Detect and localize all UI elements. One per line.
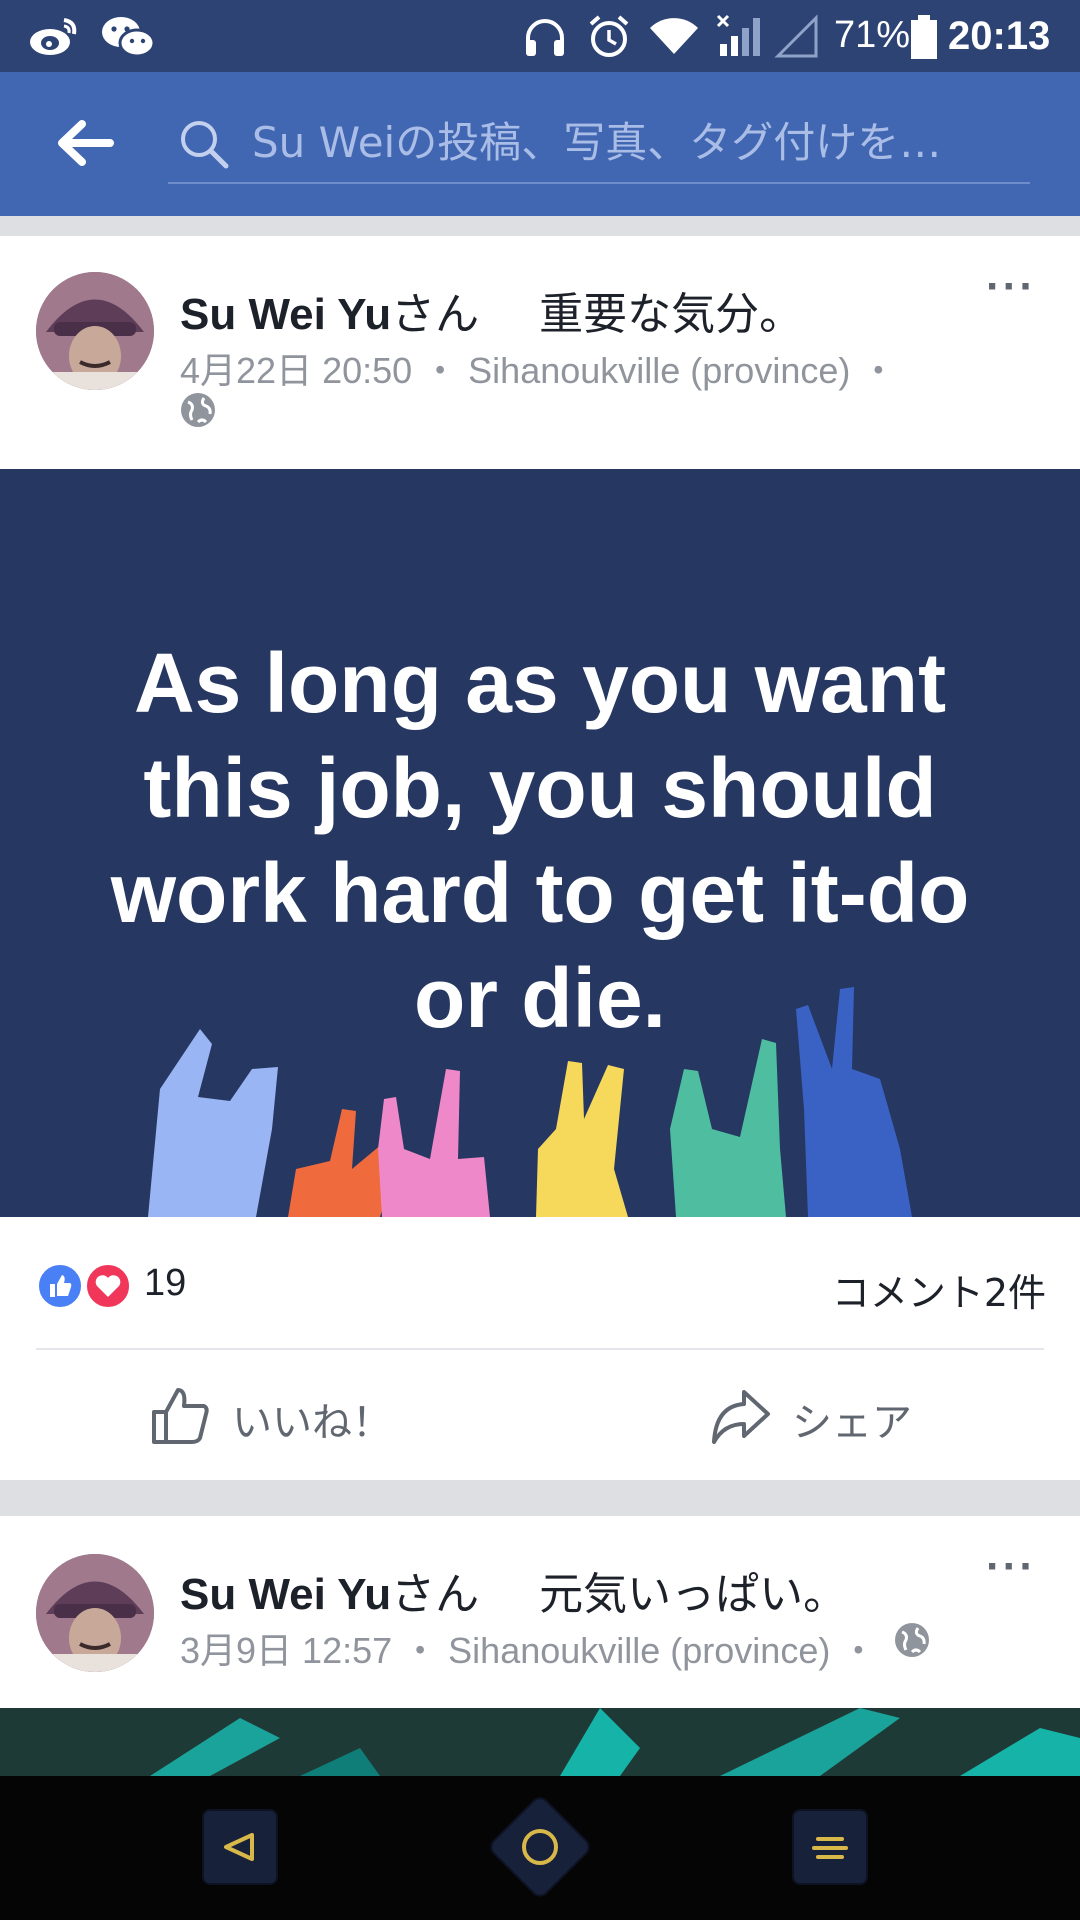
meta-separator: ・ [402,1630,439,1671]
post-author-line: Su Wei Yuさん 元気いっぱい。 [180,1558,847,1622]
post-meta: 3月9日 12:57 ・ Sihanoukville (province) ・ [180,1622,886,1674]
divider [36,1348,1044,1350]
home-nav-button[interactable] [486,1793,594,1901]
battery-percent: 71% [834,14,911,56]
post-image-preview[interactable] [0,1708,1080,1776]
triangle-back-icon [224,1833,254,1861]
search-header [0,72,1080,216]
weibo-icon [28,14,80,63]
author-suffix: さん [391,289,480,340]
meta-separator: ・ [860,350,897,391]
wifi-icon [648,14,700,63]
comment-count-link[interactable]: コメント2件 [832,1262,1046,1317]
author-suffix: さん [391,1569,480,1620]
meta-separator: ・ [840,1630,877,1671]
quote-image[interactable]: As long as you want this job, you should… [0,469,1080,1217]
feeling-text: 元気いっぱい。 [539,1569,848,1620]
back-arrow-icon[interactable] [52,110,118,176]
battery-icon [910,14,938,65]
post-date[interactable]: 3月9日 12:57 [180,1630,392,1671]
more-options-button[interactable]: ··· [986,1542,1036,1592]
reactions-bar: 19 コメント2件 [36,1258,1046,1318]
author-name[interactable]: Su Wei Yu [180,1570,391,1619]
globe-icon [894,1622,930,1663]
love-reaction-icon[interactable] [84,1262,132,1310]
share-button[interactable]: シェア [710,1380,930,1454]
menu-lines-icon [812,1837,848,1859]
avatar[interactable] [36,272,154,390]
alarm-icon [586,14,632,65]
circle-home-icon [522,1829,558,1865]
search-box[interactable] [168,104,1030,184]
screen: 71% 20:13 Su Wei Yuさん重要な気分。 ··· 4月22日 20… [0,0,1080,1920]
author-name[interactable]: Su Wei Yu [180,290,391,339]
post-author-line: Su Wei Yuさん 重要な気分。 [180,278,803,342]
thumbs-up-icon [150,1384,212,1451]
like-button[interactable]: いいね！ [150,1380,410,1454]
like-label: いいね！ [232,1400,392,1446]
more-options-button[interactable]: ··· [986,262,1036,312]
post-location[interactable]: Sihanoukville (province) [468,350,850,391]
share-label: シェア [792,1400,912,1446]
like-reaction-icon[interactable] [36,1262,84,1310]
status-bar: 71% 20:13 [0,0,1080,72]
system-nav-bar [0,1776,1080,1920]
search-input[interactable] [252,112,1012,172]
post-date[interactable]: 4月22日 20:50 [180,350,412,391]
avatar[interactable] [36,1554,154,1672]
hands-illustration [148,987,912,1217]
wechat-icon [100,14,156,65]
signal-icon [716,14,764,65]
clock: 20:13 [948,14,1051,58]
recents-nav-button[interactable] [792,1809,868,1885]
share-arrow-icon [710,1388,772,1451]
globe-icon [180,392,216,433]
reaction-count[interactable]: 19 [144,1262,186,1305]
back-nav-button[interactable] [202,1809,278,1885]
search-icon [178,118,230,175]
post-meta: 4月22日 20:50 ・ Sihanoukville (province) ・ [180,342,906,394]
headphones-icon [522,14,568,65]
signal-empty-icon [774,14,820,65]
post-location[interactable]: Sihanoukville (province) [448,1630,830,1671]
feeling-text: 重要な気分。 [539,289,804,340]
meta-separator: ・ [422,350,459,391]
